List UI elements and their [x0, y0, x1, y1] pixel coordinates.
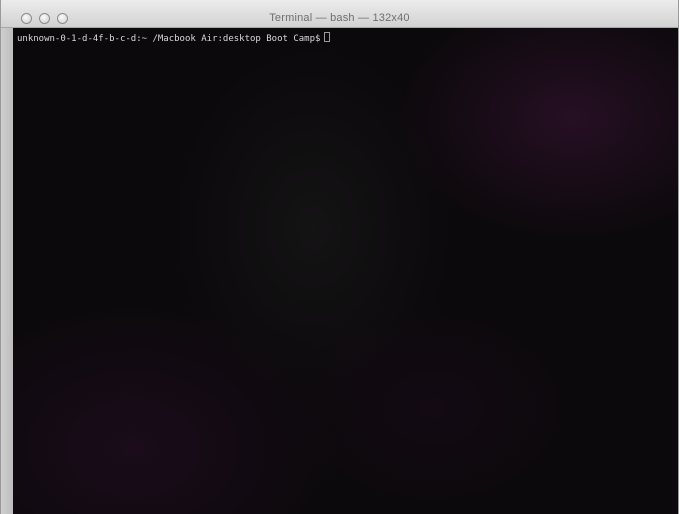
terminal-window: Terminal — bash — 132x40 unknown-0-1-d-4… — [0, 0, 679, 514]
window-left-edge — [1, 28, 13, 514]
window-title: Terminal — bash — 132x40 — [269, 12, 410, 24]
prompt-line: unknown-0-1-d-4f-b-c-d:~ /Macbook Air:de… — [17, 32, 331, 45]
block-cursor-icon — [324, 32, 331, 42]
window-titlebar[interactable]: Terminal — bash — 132x40 — [1, 0, 678, 28]
prompt-text: unknown-0-1-d-4f-b-c-d:~ /Macbook Air:de… — [17, 34, 321, 44]
terminal-content[interactable]: unknown-0-1-d-4f-b-c-d:~ /Macbook Air:de… — [13, 28, 678, 514]
